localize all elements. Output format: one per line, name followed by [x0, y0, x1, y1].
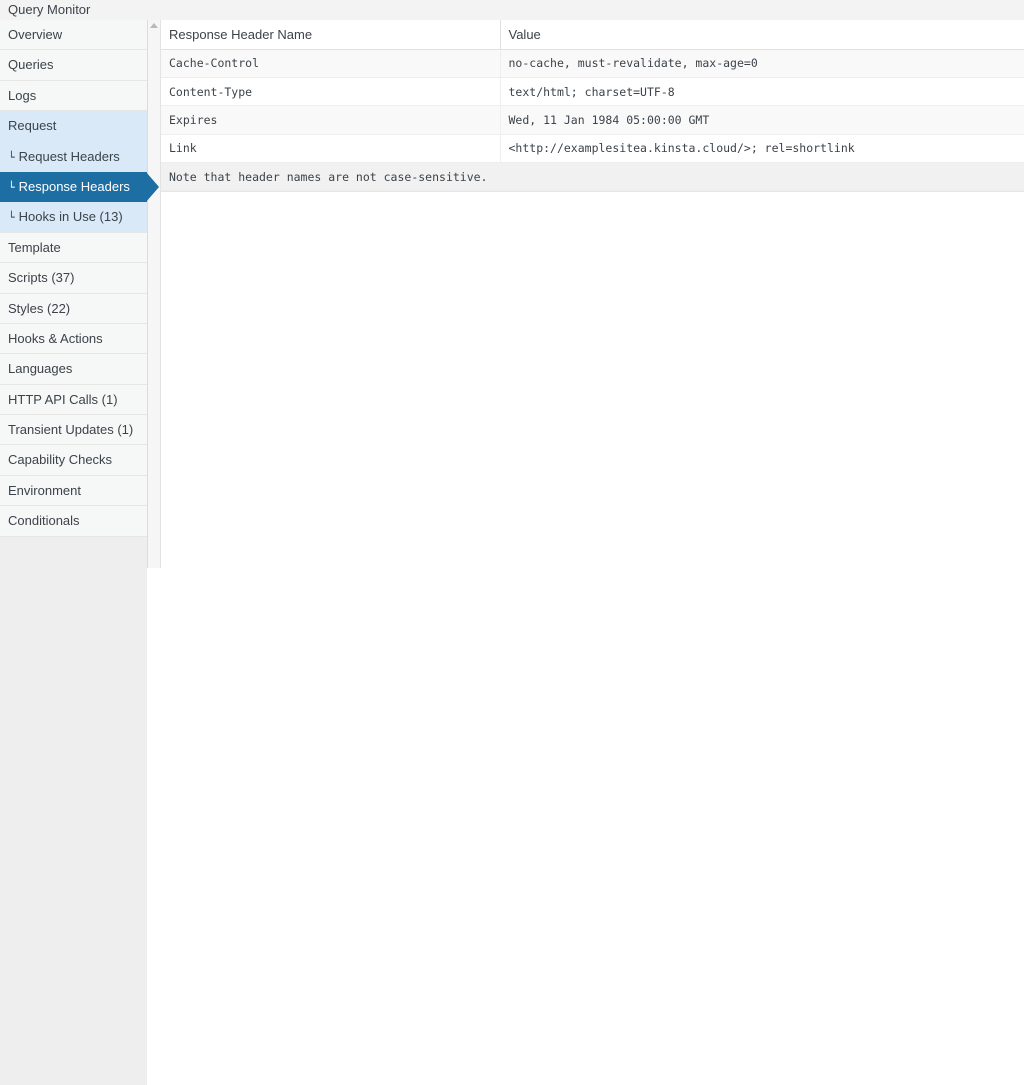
sidebar-item-label: Capability Checks [8, 452, 113, 468]
sub-item-branch-icon: └ [8, 211, 15, 225]
table-head: Response Header Name Value [161, 20, 1024, 50]
triangle-up-icon[interactable] [150, 23, 158, 28]
table-note-row: Note that header names are not case-sens… [161, 162, 1024, 192]
header-name-cell: Expires [161, 105, 500, 135]
sidebar-item-label: Request Headers [18, 148, 120, 164]
sidebar-item-queries[interactable]: Queries [0, 50, 147, 81]
table-foot: Note that header names are not case-sens… [161, 162, 1024, 192]
sidebar-item-template[interactable]: Template [0, 232, 147, 264]
table-row: Link <http://examplesitea.kinsta.cloud/>;… [161, 134, 1024, 164]
response-headers-table: Response Header Name Value Cache-Control… [161, 20, 1024, 192]
main-empty-area [161, 191, 1024, 568]
table-row: Cache-Control no-cache, must-revalidate, … [161, 49, 1024, 78]
panel-titlebar: Query Monitor [0, 0, 1024, 20]
sidebar-item-capability-checks[interactable]: Capability Checks [0, 445, 147, 476]
sidebar-item-overview[interactable]: Overview [0, 20, 147, 51]
sidebar-item-hooks-in-use-13[interactable]: └ Hooks in Use (13) [0, 202, 147, 233]
sidebar-item-label: Request [8, 118, 57, 134]
sidebar-item-label: Overview [8, 27, 63, 42]
sidebar-region: Overview Queries Logs Request └ Request Heade… [0, 20, 161, 1085]
sidebar-item-request[interactable]: Request [0, 111, 147, 142]
sidebar-item-logs[interactable]: Logs [0, 80, 147, 112]
table-row: Content-Type text/html; charset=UTF-8 [161, 77, 1024, 107]
header-name-cell: Link [161, 134, 500, 164]
sidebar-item-label: Transient Updates (1) [8, 422, 134, 438]
table-note-text: Note that header names are not case-sens… [161, 162, 1024, 192]
sidebar-item-label: Languages [8, 361, 73, 377]
sidebar-item-http-api-calls-1[interactable]: HTTP API Calls (1) [0, 384, 147, 416]
header-name-cell: Content-Type [161, 77, 500, 107]
sidebar-item-hooks-actions[interactable]: Hooks & Actions [0, 323, 147, 355]
sidebar-item-label: Hooks & Actions [8, 330, 103, 346]
sidebar-item-languages[interactable]: Languages [0, 354, 147, 385]
panel-body: Overview Queries Logs Request └ Request Heade… [0, 20, 1024, 1085]
panel-title: Query Monitor [8, 2, 91, 17]
sidebar-item-response-headers[interactable]: └ Response Headers [0, 171, 147, 203]
sub-item-branch-icon: └ [8, 180, 15, 194]
sidebar-item-request-headers[interactable]: └ Request Headers [0, 141, 147, 172]
sidebar-item-label: Response Headers [18, 178, 130, 194]
sidebar-item-label: Template [8, 239, 61, 255]
sub-item-branch-icon: └ [8, 150, 15, 164]
sidebar-item-label: Hooks in Use (13) [18, 209, 123, 225]
sidebar-item-conditionals[interactable]: Conditionals [0, 506, 147, 537]
column-header-value[interactable]: Value [499, 20, 1024, 50]
sidebar-nav: Overview Queries Logs Request └ Request Heade… [0, 20, 148, 1085]
sidebar-item-transient-updates-1[interactable]: Transient Updates (1) [0, 415, 147, 446]
header-value-cell: Wed, 11 Jan 1984 05:00:00 GMT [499, 105, 1024, 135]
sidebar-item-environment[interactable]: Environment [0, 475, 147, 507]
sidebar-item-label: Styles (22) [8, 300, 71, 316]
table-body: Cache-Control no-cache, must-revalidate, … [161, 49, 1024, 164]
sidebar-nav-list: Overview Queries Logs Request └ Request Heade… [0, 20, 147, 537]
sidebar-item-label: HTTP API Calls (1) [8, 391, 118, 407]
header-value-cell: text/html; charset=UTF-8 [499, 77, 1024, 107]
table-header-row: Response Header Name Value [161, 20, 1024, 50]
sidebar-scrollbar[interactable] [148, 20, 161, 568]
sidebar-item-label: Conditionals [8, 513, 80, 529]
header-value-cell: no-cache, must-revalidate, max-age=0 [499, 49, 1024, 78]
sidebar-item-styles-22[interactable]: Styles (22) [0, 293, 147, 324]
header-value-cell: <http://examplesitea.kinsta.cloud/>; rel… [499, 134, 1024, 164]
query-monitor-panel: Query Monitor Overview Queries Logs Request… [0, 0, 1024, 1085]
column-header-response-header-name[interactable]: Response Header Name [161, 20, 500, 50]
main-content: Response Header Name Value Cache-Control… [161, 20, 1024, 568]
sidebar-item-label: Scripts (37) [8, 270, 75, 286]
sidebar-item-scripts-37[interactable]: Scripts (37) [0, 263, 147, 294]
sidebar-item-label: Queries [8, 57, 54, 73]
sidebar-item-label: Logs [8, 87, 37, 103]
sidebar-filler [0, 536, 147, 1085]
header-name-cell: Cache-Control [161, 49, 500, 78]
sidebar-item-label: Environment [8, 482, 81, 498]
table-row: Expires Wed, 11 Jan 1984 05:00:00 GMT [161, 105, 1024, 135]
